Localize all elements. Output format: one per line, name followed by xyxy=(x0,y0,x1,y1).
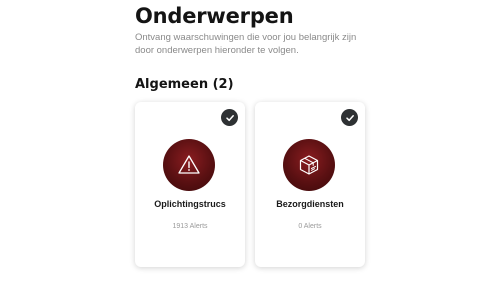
topic-label: Oplichtingstrucs xyxy=(154,199,226,209)
topic-label: Bezorgdiensten xyxy=(276,199,344,209)
alert-count: 1913 Alerts xyxy=(172,223,208,230)
package-box-icon xyxy=(283,139,335,191)
page-subtitle: Ontvang waarschuwingen die voor jou bela… xyxy=(135,32,357,56)
topic-card-bezorgdiensten[interactable]: Bezorgdiensten 0 Alerts xyxy=(255,102,365,267)
topics-page: Onderwerpen Ontvang waarschuwingen die v… xyxy=(0,0,500,282)
warning-triangle-icon xyxy=(163,139,215,191)
checkmark-icon[interactable] xyxy=(341,109,358,126)
section-title: Algemeen (2) xyxy=(135,77,234,92)
topic-card-oplichtingstrucs[interactable]: Oplichtingstrucs 1913 Alerts xyxy=(135,102,245,267)
alert-count: 0 Alerts xyxy=(298,223,322,230)
page-title: Onderwerpen xyxy=(135,4,294,28)
checkmark-icon[interactable] xyxy=(221,109,238,126)
